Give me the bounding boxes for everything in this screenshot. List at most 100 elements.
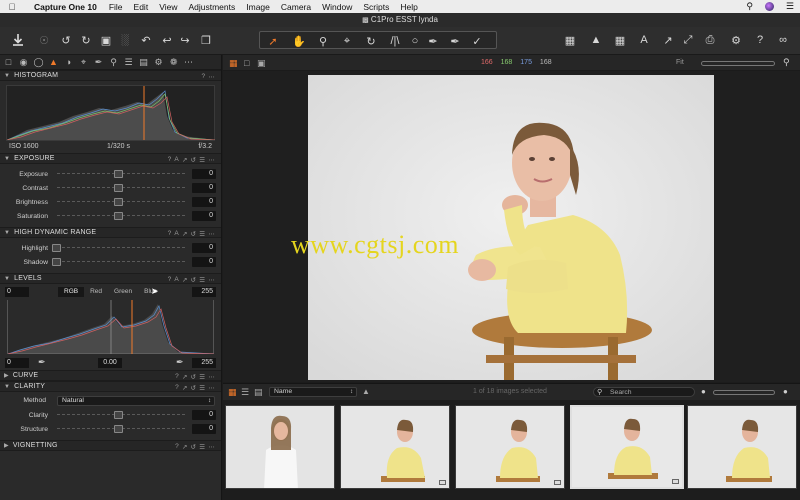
menu-window[interactable]: Window <box>322 2 352 12</box>
text-overlay-icon[interactable]: A <box>636 32 652 48</box>
library-tab-icon[interactable]: □ <box>3 57 14 68</box>
presets-icon[interactable]: ☰ <box>199 443 205 451</box>
reset-icon[interactable]: ↺ <box>191 230 197 238</box>
presets-icon[interactable]: ☰ <box>199 230 205 238</box>
copy-icon[interactable]: ↗ <box>182 373 188 381</box>
more-icon[interactable]: ⋯ <box>208 384 215 392</box>
reset-icon[interactable]: ↺ <box>191 276 197 284</box>
spotlight-search-icon[interactable]: ⚲ <box>746 1 753 12</box>
reset-icon[interactable]: ↺ <box>191 156 197 164</box>
more-tabs-icon[interactable]: ⋯ <box>183 57 194 68</box>
eyedropper-white-icon[interactable]: ✒ <box>176 357 184 368</box>
copy-icon[interactable]: ↗ <box>182 443 188 451</box>
filmstrip-view-icon[interactable]: ▤ <box>254 387 263 398</box>
hdr-header[interactable]: ▼ HIGH DYNAMIC RANGE ? A ↗ ↺ ☰ ⋯ <box>0 227 221 238</box>
eyedropper-black-icon[interactable]: ✒ <box>38 357 46 368</box>
thumbnail-selected[interactable] <box>570 405 684 489</box>
more-icon[interactable]: ⋯ <box>208 156 215 164</box>
output-tab-icon[interactable]: ⚙ <box>153 57 164 68</box>
histogram-header[interactable]: ▼ HISTOGRAM ? ⋯ <box>0 70 221 81</box>
annotate-icon[interactable]: ✓ <box>470 33 484 49</box>
contrast-value[interactable]: 0 <box>192 183 216 193</box>
thumbnail[interactable] <box>340 405 450 489</box>
settings-gear-icon[interactable]: ⚙ <box>728 32 744 48</box>
menu-view[interactable]: View <box>159 2 177 12</box>
shadow-knob[interactable] <box>52 258 61 266</box>
structure-knob[interactable] <box>114 425 123 433</box>
help-icon[interactable]: ? <box>201 73 205 80</box>
shadow-value[interactable]: 0 <box>192 257 216 267</box>
contrast-knob[interactable] <box>114 184 123 192</box>
zoom-fit-label[interactable]: Fit <box>676 59 684 66</box>
exposure-value[interactable]: 0 <box>192 169 216 179</box>
channel-rgb[interactable]: RGB <box>58 287 85 297</box>
local-adjust-tab-icon[interactable]: ✒ <box>93 57 104 68</box>
levels-input-high[interactable]: 255 <box>192 287 216 297</box>
app-menu[interactable]: Capture One 10 <box>34 2 97 12</box>
main-photo[interactable] <box>308 75 714 380</box>
print-icon[interactable]: ⎙ <box>702 32 718 48</box>
more-icon[interactable]: ⋯ <box>208 73 215 81</box>
help-icon[interactable]: ? <box>168 276 172 283</box>
siri-icon[interactable] <box>764 2 774 11</box>
levels-graph[interactable]: ➤ <box>7 286 215 355</box>
help-icon[interactable]: ? <box>168 230 172 237</box>
reset-icon[interactable]: ↺ <box>191 373 197 381</box>
highlight-track[interactable] <box>57 247 185 248</box>
menu-help[interactable]: Help <box>400 2 417 12</box>
keystone-icon[interactable]: /|\ <box>388 33 402 49</box>
brush-icon[interactable]: ✒ <box>426 33 440 49</box>
zoom-in-icon[interactable]: ⚲ <box>783 57 790 68</box>
apple-menu-icon[interactable]:  <box>6 2 18 12</box>
levels-midpoint[interactable]: 0.00 <box>98 358 122 368</box>
single-view-icon[interactable]: □ <box>244 58 249 68</box>
presets-icon[interactable]: ☰ <box>199 156 205 164</box>
search-field[interactable]: ⚲ Search <box>593 387 695 397</box>
presets-icon[interactable]: ☰ <box>199 384 205 392</box>
batch-tab-icon[interactable]: ❁ <box>168 57 179 68</box>
clarity-value[interactable]: 0 <box>192 410 216 420</box>
help-icon[interactable]: ? <box>175 443 179 450</box>
more-icon[interactable]: ⋯ <box>208 276 215 284</box>
copy-icon[interactable]: ↗ <box>182 156 188 164</box>
reset-icon[interactable]: ↶ <box>138 32 154 48</box>
presets-icon[interactable]: ☰ <box>199 276 205 284</box>
structure-value[interactable]: 0 <box>192 424 216 434</box>
highlight-knob[interactable] <box>52 244 61 252</box>
notification-center-icon[interactable]: ☰ <box>786 1 794 12</box>
menu-scripts[interactable]: Scripts <box>363 2 389 12</box>
sort-direction-icon[interactable]: ▲ <box>362 387 370 396</box>
help-icon[interactable]: ? <box>175 384 179 391</box>
rotate-tool-icon[interactable]: ↻ <box>364 33 378 49</box>
levels-output-high[interactable]: 255 <box>192 358 216 368</box>
metadata-tab-icon[interactable]: ▤ <box>138 57 149 68</box>
copy-adjustments-icon[interactable]: ▣ <box>98 32 114 48</box>
levels-output-low[interactable]: 0 <box>5 358 29 368</box>
export-icon[interactable]: ↗ <box>660 32 676 48</box>
grid-view-icon[interactable]: ▦ <box>228 387 237 398</box>
thumbnail-size-large-icon[interactable]: ● <box>783 387 788 396</box>
rotate-left-icon[interactable]: ↺ <box>58 32 74 48</box>
camera-icon[interactable]: ☉ <box>36 32 52 48</box>
redo-icon[interactable]: ↪ <box>178 32 192 48</box>
list-view-icon[interactable]: ☰ <box>241 387 249 398</box>
lens-tab-icon[interactable]: ◯ <box>33 57 44 68</box>
more-icon[interactable]: ⋯ <box>208 443 215 451</box>
channel-red[interactable]: Red <box>84 287 108 297</box>
exposure-warning-icon[interactable]: ▲ <box>588 32 604 48</box>
more-icon[interactable]: ⋯ <box>208 230 215 238</box>
thumbnail[interactable] <box>687 405 797 489</box>
brightness-knob[interactable] <box>114 198 123 206</box>
composition-tab-icon[interactable]: ⌖ <box>78 57 89 68</box>
menu-file[interactable]: File <box>109 2 123 12</box>
reset-icon[interactable]: ↺ <box>191 443 197 451</box>
more-icon[interactable]: ⋯ <box>208 373 215 381</box>
grid-overlay-icon[interactable]: ▦ <box>562 32 578 48</box>
help-icon[interactable]: ? <box>752 32 768 48</box>
delete-icon[interactable]: ░ <box>118 32 132 48</box>
highlight-value[interactable]: 0 <box>192 243 216 253</box>
exposure-knob[interactable] <box>114 170 123 178</box>
menu-image[interactable]: Image <box>246 2 270 12</box>
help-icon[interactable]: ? <box>175 373 179 380</box>
select-cursor-icon[interactable]: ➚ <box>266 33 280 49</box>
